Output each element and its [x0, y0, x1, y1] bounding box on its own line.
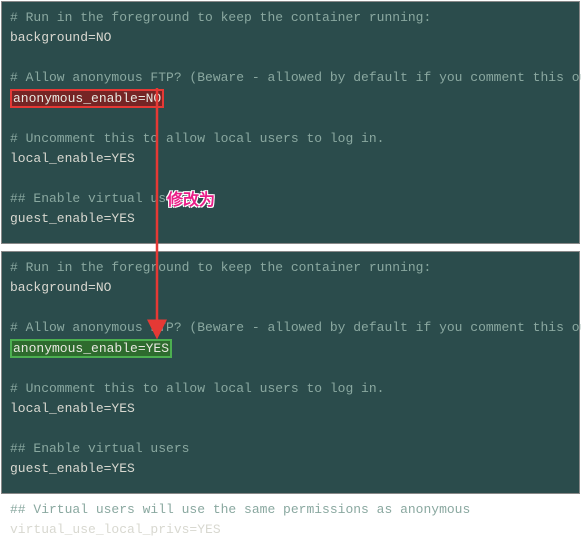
cfg-line: ## Enable virtual users — [10, 191, 189, 206]
cfg-line: # Run in the foreground to keep the cont… — [10, 10, 431, 25]
cfg-line: guest_enable=YES — [10, 211, 135, 226]
cfg-line: local_enable=YES — [10, 401, 135, 416]
cfg-line: ## Enable virtual users — [10, 441, 189, 456]
cfg-line: background=NO — [10, 280, 111, 295]
cfg-line: # Uncomment this to allow local users to… — [10, 381, 384, 396]
cfg-line: # Uncomment this to allow local users to… — [10, 131, 384, 146]
cfg-line: # Run in the foreground to keep the cont… — [10, 260, 431, 275]
cfg-line: # Allow anonymous FTP? (Beware - allowed… — [10, 320, 581, 335]
changed-line-before: anonymous_enable=NO — [10, 89, 164, 109]
cfg-line: ## Virtual users will use the same permi… — [10, 502, 470, 517]
changed-line-after: anonymous_enable=YES — [10, 339, 172, 359]
cfg-line: background=NO — [10, 30, 111, 45]
cfg-line: guest_enable=YES — [10, 461, 135, 476]
cfg-line: local_enable=YES — [10, 151, 135, 166]
cfg-line: # Allow anonymous FTP? (Beware - allowed… — [10, 70, 581, 85]
config-before-panel: # Run in the foreground to keep the cont… — [1, 1, 580, 244]
cfg-line: virtual_use_local_privs=YES — [10, 522, 221, 537]
config-after-panel: # Run in the foreground to keep the cont… — [1, 251, 580, 494]
